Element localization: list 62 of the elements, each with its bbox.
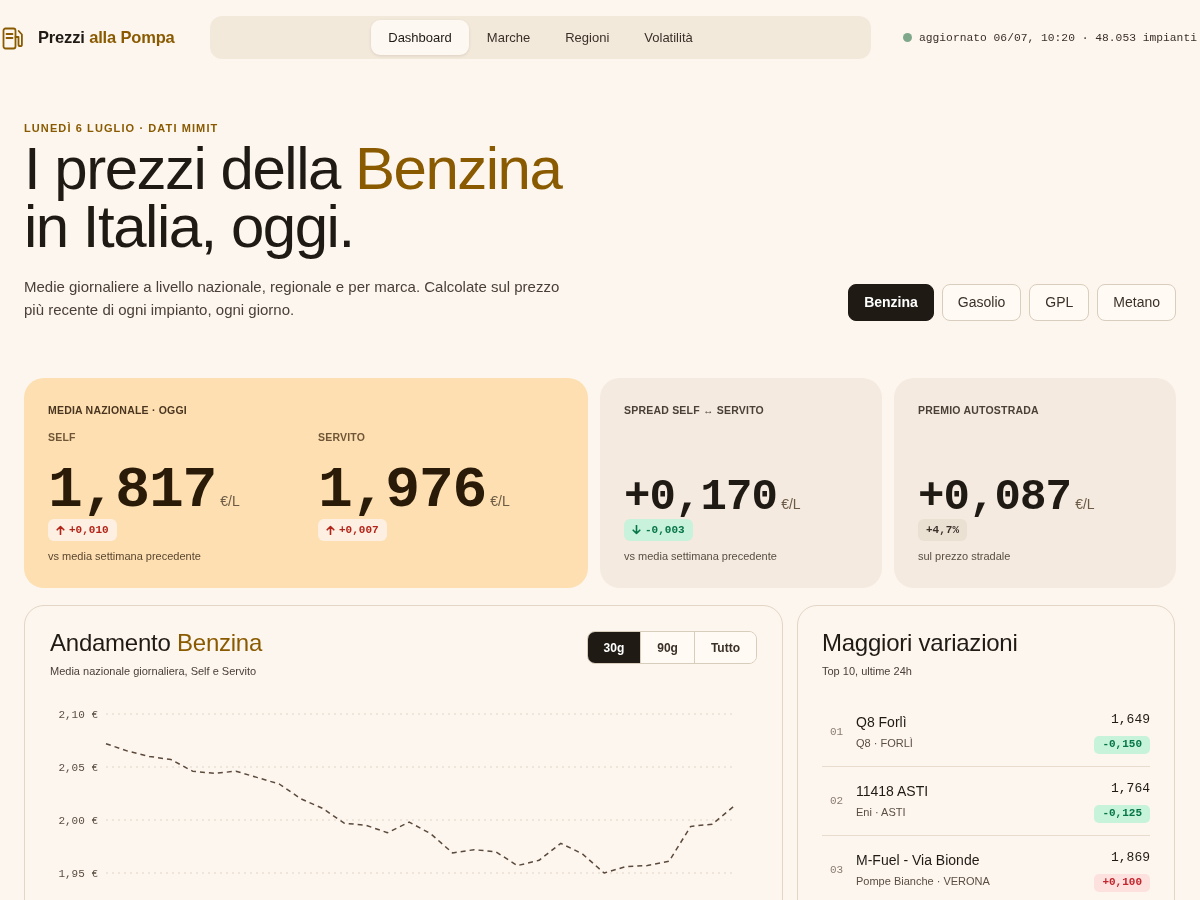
- price-value: 1,649: [1111, 710, 1150, 729]
- column-label: SERVITO: [318, 430, 366, 445]
- change-badge: -0,150: [1094, 735, 1150, 754]
- price-value: 1,764: [1111, 779, 1150, 798]
- movers-title: Maggiori variazioni: [822, 629, 1019, 657]
- movers-subtitle: Top 10, ultime 24h: [822, 664, 913, 679]
- price-value: 1,976: [318, 463, 487, 519]
- price-value: +0,170: [624, 475, 778, 519]
- update-status: aggiornato 06/07, 10:20 · 48.053 impianti: [919, 30, 1197, 46]
- range-tab[interactable]: 90g: [640, 632, 694, 663]
- price-value: 1,817: [48, 463, 217, 519]
- card-note: sul prezzo stradale: [918, 549, 1011, 564]
- rank-number: 03: [830, 862, 844, 878]
- arrow-down-icon: [632, 525, 641, 535]
- arrow-up-icon: [56, 525, 65, 535]
- card-note: vs media settimana precedente: [48, 549, 201, 564]
- page-subtitle: Medie giornaliere a livello nazionale, regionale e per marca. Calcolate sul prezzo più recente di ogni impianto, ogni giorno.: [24, 277, 561, 320]
- station-name: 11418 ASTI: [856, 782, 929, 800]
- price-value: +0,087: [918, 475, 1072, 519]
- rank-number: 01: [830, 724, 844, 740]
- arrow-up-icon: [326, 525, 335, 535]
- nav-tab[interactable]: Regioni: [548, 20, 627, 55]
- range-tab[interactable]: Tutto: [693, 632, 756, 663]
- axis-label: 2,10 €: [58, 709, 98, 721]
- change-badge: -0,125: [1094, 804, 1150, 823]
- station-name: M-Fuel - Via Bionde: [856, 851, 980, 869]
- fuel-tab[interactable]: Benzina: [848, 284, 934, 321]
- range-tab[interactable]: 30g: [587, 632, 641, 663]
- fuel-tab[interactable]: Metano: [1097, 284, 1176, 321]
- nav-tab[interactable]: Dashboard: [371, 20, 469, 55]
- rank-number: 02: [830, 793, 844, 809]
- card-label: MEDIA NAZIONALE · OGGI: [48, 403, 188, 418]
- change-value: -0,003: [645, 523, 685, 537]
- fuel-pump-icon: [2, 25, 26, 50]
- column-label: SELF: [48, 430, 76, 445]
- change-value: +4,7%: [926, 523, 959, 537]
- change-badge: +0,100: [1094, 873, 1150, 892]
- fuel-tab[interactable]: Gasolio: [941, 284, 1022, 321]
- station-detail: Eni · ASTI: [856, 805, 906, 820]
- chart-title: Andamento Benzina: [50, 629, 263, 657]
- fuel-tab[interactable]: GPL: [1029, 284, 1090, 321]
- unit-label: €/L: [781, 495, 801, 514]
- price-value: 1,869: [1111, 848, 1150, 867]
- nav-tab[interactable]: Volatilità: [627, 20, 710, 55]
- station-name: Q8 Forlì: [856, 713, 907, 731]
- axis-label: 2,05 €: [58, 762, 98, 774]
- eyebrow-text: LUNEDÌ 6 LUGLIO · DATI MIMIT: [24, 121, 220, 136]
- card-note: vs media settimana precedente: [624, 549, 777, 564]
- nav-tab[interactable]: Marche: [469, 20, 548, 55]
- axis-label: 2,00 €: [58, 815, 98, 827]
- chart-subtitle: Media nazionale giornaliera, Self e Servito: [50, 664, 258, 679]
- unit-label: €/L: [1075, 495, 1095, 514]
- axis-label: 1,95 €: [58, 868, 98, 880]
- change-value: +0,010: [69, 523, 109, 537]
- unit-label: €/L: [220, 492, 240, 511]
- brand-name: Prezzi alla Pompa: [38, 27, 175, 49]
- change-value: +0,007: [339, 523, 379, 537]
- station-detail: Pompe Bianche · VERONA: [856, 874, 990, 889]
- card-label: PREMIO AUTOSTRADA: [918, 403, 1040, 418]
- station-detail: Q8 · FORLÌ: [856, 736, 913, 751]
- card-label: SPREAD SELF ↔ SERVITO: [624, 403, 765, 418]
- unit-label: €/L: [490, 492, 510, 511]
